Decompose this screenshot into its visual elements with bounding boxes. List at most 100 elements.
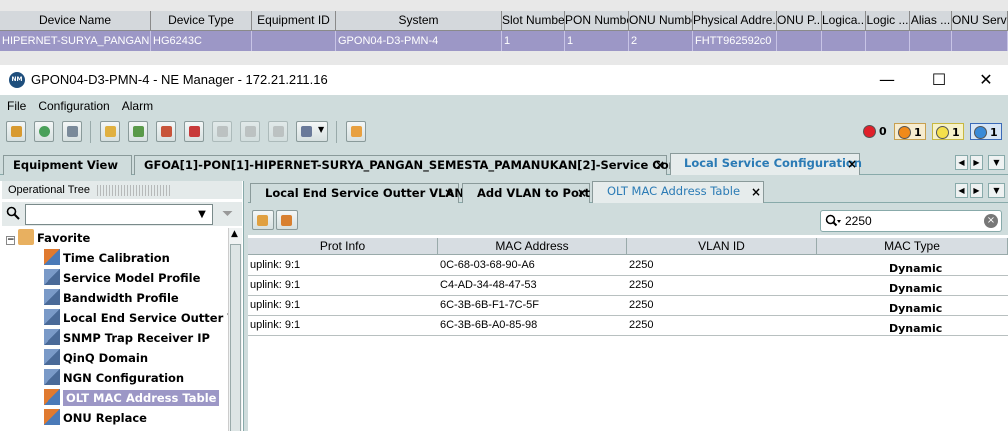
- column-header[interactable]: Logica...: [822, 11, 866, 31]
- column-header[interactable]: ONU P...: [777, 11, 822, 31]
- cell-prot-info: uplink: 9:1: [250, 279, 301, 291]
- title-bar[interactable]: NM GPON04-D3-PMN-4 - NE Manager - 172.21…: [0, 65, 1008, 95]
- maximize-button[interactable]: ☐: [924, 70, 954, 90]
- column-header[interactable]: Logic ...: [866, 11, 910, 31]
- toolbar-config-button[interactable]: [6, 121, 26, 142]
- tab-local-service-configuration[interactable]: Local Service Configuration ×: [670, 153, 862, 175]
- tree-node-local-end-service-outter-vlan[interactable]: Local End Service Outter VLAN: [44, 308, 228, 328]
- alarm-warning-counter[interactable]: 1: [970, 123, 1002, 140]
- tree-node-olt-mac-address-table[interactable]: OLT MAC Address Table: [44, 388, 220, 408]
- scroll-up-icon[interactable]: ▲: [231, 229, 238, 239]
- alarm-count: 0: [879, 125, 887, 138]
- column-header-mac-address[interactable]: MAC Address: [438, 238, 627, 255]
- toolbar-dropdown-button[interactable]: ▼: [296, 121, 328, 142]
- tree-node-onu-replace[interactable]: ONU Replace: [44, 408, 147, 428]
- tab-list-dropdown-icon[interactable]: ▼: [988, 183, 1005, 198]
- tree-node-qinq-domain[interactable]: QinQ Domain: [44, 348, 148, 368]
- alarm-major-counter[interactable]: 1: [894, 123, 926, 140]
- table-row[interactable]: HIPERNET-SURYA_PANGAN... HG6243C GPON04-…: [0, 31, 1008, 51]
- tab-service-configuration[interactable]: GFOA[1]-PON[1]-HIPERNET-SURYA_PANGAN_SEM…: [134, 155, 741, 175]
- tree-node-bandwidth-profile[interactable]: Bandwidth Profile: [44, 288, 179, 308]
- export-button[interactable]: [276, 210, 298, 230]
- toolbar-upload-button[interactable]: [156, 121, 176, 142]
- collapse-icon[interactable]: −: [6, 236, 15, 245]
- close-button[interactable]: ✕: [971, 70, 1001, 90]
- column-header[interactable]: Equipment ID: [252, 11, 336, 31]
- scroll-left-arrow-icon[interactable]: ◀: [955, 183, 968, 198]
- tab-label: Equipment View: [13, 158, 118, 172]
- alarm-critical-counter[interactable]: 0: [860, 123, 890, 140]
- scroll-right-arrow-icon[interactable]: ▶: [970, 155, 983, 170]
- scroll-left-arrow-icon[interactable]: ◀: [955, 155, 968, 170]
- column-header-vlan-id[interactable]: VLAN ID: [627, 238, 817, 255]
- table-row[interactable]: uplink: 9:1 6C-3B-6B-F1-7C-5F 2250 Dynam…: [248, 296, 1008, 316]
- tree-node-service-model-profile[interactable]: Service Model Profile: [44, 268, 200, 288]
- tree-search-combo[interactable]: ▼: [25, 204, 213, 225]
- column-header-mac-type[interactable]: MAC Type: [817, 238, 1008, 255]
- menu-alarm[interactable]: Alarm: [122, 95, 153, 117]
- column-header[interactable]: Device Type: [151, 11, 252, 31]
- tab-add-vlan-to-port[interactable]: Add VLAN to Port ×: [462, 183, 590, 203]
- tree-scrollbar[interactable]: ▲: [228, 228, 242, 431]
- toolbar-report-button[interactable]: [346, 121, 366, 142]
- table-cell: FHTT962592c0: [693, 31, 777, 51]
- close-tab-icon[interactable]: ×: [751, 183, 761, 202]
- window-title: GPON04-D3-PMN-4 - NE Manager - 172.21.21…: [31, 72, 328, 87]
- cell-vlan-id: 2250: [629, 279, 654, 291]
- search-icon: [825, 214, 841, 227]
- column-header[interactable]: Alias ...: [910, 11, 952, 31]
- column-header[interactable]: ONU Number: [629, 11, 693, 31]
- table-row[interactable]: uplink: 9:1 0C-68-03-68-90-A6 2250 Dynam…: [248, 256, 1008, 276]
- filter-search-input[interactable]: 2250 ×: [820, 210, 1002, 232]
- column-header[interactable]: PON Number: [565, 11, 629, 31]
- minimize-button[interactable]: —: [872, 70, 902, 90]
- close-tab-icon[interactable]: ×: [444, 184, 454, 203]
- scroll-right-arrow-icon[interactable]: ▶: [970, 183, 983, 198]
- table-cell: [777, 31, 822, 51]
- column-header[interactable]: Device Name: [0, 11, 151, 31]
- toolbar-onu-button[interactable]: [62, 121, 82, 142]
- toolbar-edit-button[interactable]: [100, 121, 120, 142]
- tab-local-end-service-outter-vlan[interactable]: Local End Service Outter VLAN ×: [250, 183, 464, 203]
- tree-node-time-calibration[interactable]: Time Calibration: [44, 248, 170, 268]
- tool-icon: [44, 249, 60, 265]
- tab-list-dropdown-icon[interactable]: ▼: [988, 155, 1005, 170]
- menu-configuration[interactable]: Configuration: [38, 95, 109, 117]
- scrollbar-thumb[interactable]: [230, 244, 241, 431]
- close-tab-icon[interactable]: ×: [847, 155, 857, 174]
- toolbar-device-button[interactable]: [128, 121, 148, 142]
- close-tab-icon[interactable]: ×: [577, 184, 587, 203]
- tab-equipment-view[interactable]: Equipment View: [3, 155, 132, 175]
- drag-grip[interactable]: [97, 185, 171, 196]
- device-icon: [133, 126, 144, 137]
- tab-label: Add VLAN to Port: [477, 186, 591, 200]
- column-header[interactable]: ONU Servi: [952, 11, 1008, 31]
- major-alarm-icon: [898, 126, 911, 139]
- table-row[interactable]: uplink: 9:1 6C-3B-6B-A0-85-98 2250 Dynam…: [248, 316, 1008, 336]
- tree-node-label: Favorite: [37, 231, 91, 245]
- cell-mac-type: Dynamic: [889, 262, 943, 275]
- filter-icon[interactable]: ⏷: [222, 206, 233, 222]
- alarm-minor-counter[interactable]: 1: [932, 123, 964, 140]
- refresh-button[interactable]: [252, 210, 274, 230]
- table-row[interactable]: uplink: 9:1 C4-AD-34-48-47-53 2250 Dynam…: [248, 276, 1008, 296]
- table-cell: 2: [629, 31, 693, 51]
- menu-file[interactable]: File: [7, 95, 26, 117]
- toolbar-clock-button[interactable]: [34, 121, 54, 142]
- tab-olt-mac-address-table[interactable]: OLT MAC Address Table ×: [592, 181, 764, 203]
- tree-node-favorite[interactable]: − Favorite: [6, 228, 90, 248]
- column-header[interactable]: Slot Number: [502, 11, 565, 31]
- close-tab-icon[interactable]: ×: [655, 156, 665, 175]
- tree-node-ngn-configuration[interactable]: NGN Configuration: [44, 368, 184, 388]
- tree-node-snmp-trap-receiver-ip[interactable]: SNMP Trap Receiver IP: [44, 328, 210, 348]
- column-header[interactable]: Physical Addre...: [693, 11, 777, 31]
- toolbar-delete-button[interactable]: [184, 121, 204, 142]
- clear-filter-icon[interactable]: ×: [984, 214, 998, 228]
- table-cell: [252, 31, 336, 51]
- column-header[interactable]: System: [336, 11, 502, 31]
- chevron-down-icon[interactable]: ▼: [192, 205, 212, 224]
- column-header-prot-info[interactable]: Prot Info: [248, 238, 438, 255]
- critical-alarm-icon: [863, 125, 876, 138]
- table-header: Prot Info MAC Address VLAN ID MAC Type: [248, 238, 1008, 255]
- alarm-count: 1: [952, 126, 960, 139]
